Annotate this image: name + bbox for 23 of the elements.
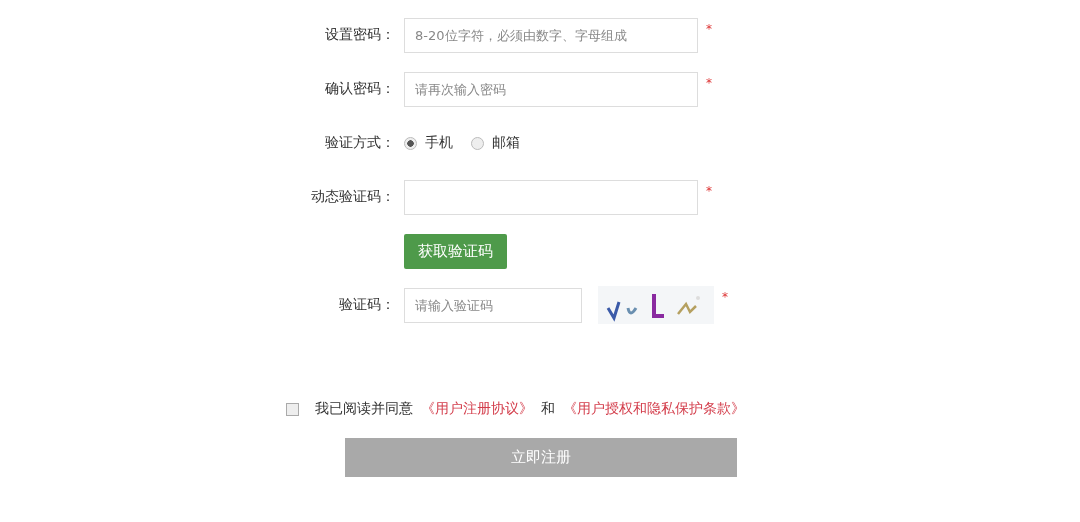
agreement-text: 我已阅读并同意 (314, 400, 413, 418)
input-field[interactable]: 请输入验证码 (404, 287, 582, 323)
conjunction-text: 和 (540, 400, 555, 418)
field-label: 动态验证码： (311, 188, 395, 206)
field-label: 确认密码： (325, 80, 395, 98)
radio-button[interactable] (404, 136, 417, 150)
field-label: 验证方式： (325, 134, 395, 152)
get-code-button[interactable]: 获取验证码 (404, 233, 507, 269)
radio-button[interactable] (471, 136, 484, 150)
radio-label: 手机 (425, 134, 453, 152)
input-field[interactable]: 请再次输入密码 (404, 71, 698, 107)
field-label: 验证码： (339, 296, 395, 314)
required-mark: * (706, 21, 712, 36)
input-field[interactable]: 8-20位字符，必须由数字、字母组成 (404, 17, 698, 53)
required-mark: * (706, 75, 712, 90)
terms-link[interactable]: 《用户注册协议》 (420, 400, 533, 418)
required-mark: * (706, 183, 712, 198)
required-mark: * (722, 290, 728, 304)
privacy-link[interactable]: 《用户授权和隐私保护条款》 (562, 400, 745, 418)
field-label: 设置密码： (325, 26, 395, 44)
radio-label: 邮箱 (492, 134, 520, 152)
input-field[interactable] (404, 179, 698, 215)
checkbox[interactable] (285, 402, 299, 416)
